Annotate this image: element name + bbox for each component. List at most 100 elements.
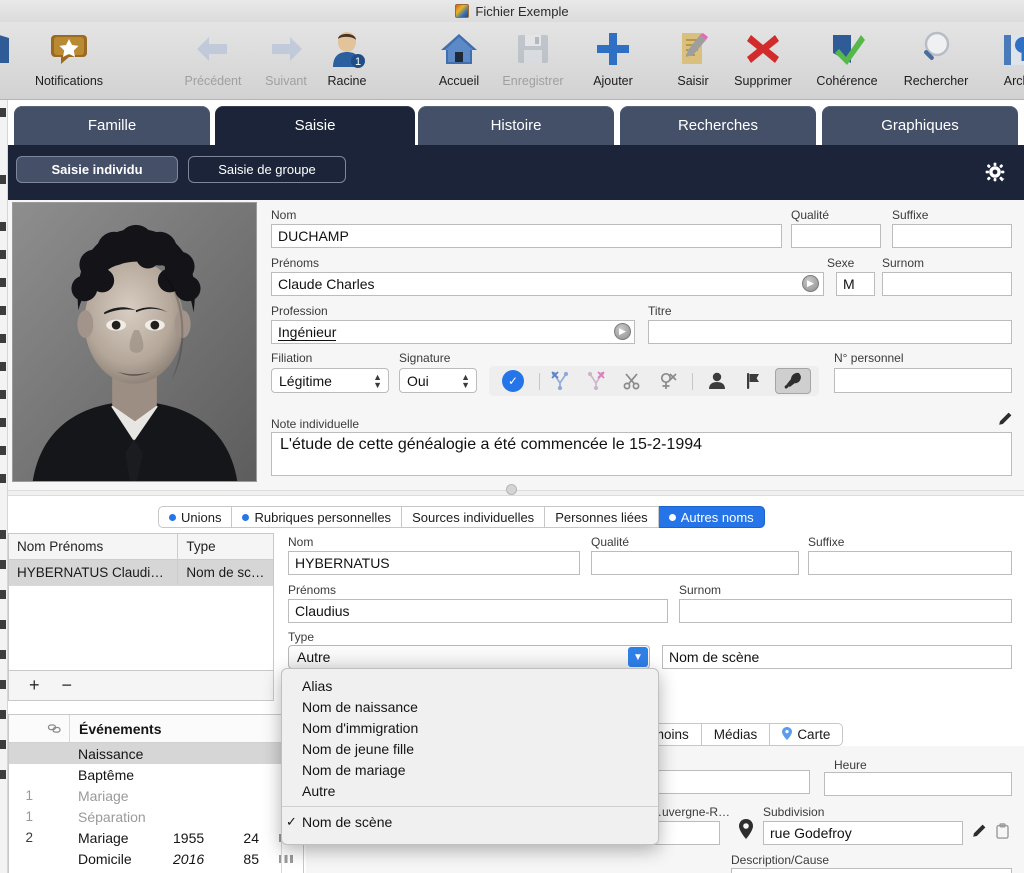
note-value: L'étude de cette généalogie a été commen… [280, 436, 703, 453]
label-prenoms: Prénoms [271, 256, 320, 270]
main-tab-label: Recherches [677, 117, 759, 134]
arrow-left-icon [193, 26, 233, 72]
select-name-type[interactable]: Autre ▼ [288, 645, 650, 669]
label-note-individuelle: Note individuelle [271, 417, 360, 431]
edge-tick [0, 620, 6, 629]
toolbar-button-notifications[interactable]: Notifications [26, 26, 112, 98]
main-tab-histoire[interactable]: Histoire [418, 106, 614, 145]
input-surnom[interactable] [882, 272, 1012, 296]
document-icon [455, 4, 470, 18]
event-row[interactable]: Naissance [9, 743, 303, 764]
input-qualite[interactable] [791, 224, 881, 248]
dropdown-item-nom-de-jeune-fille[interactable]: Nom de jeune fille [282, 738, 658, 759]
dropdown-item-nom-de-naissance[interactable]: Nom de naissance [282, 696, 658, 717]
label-qualite: Qualité [791, 208, 830, 222]
select-signature[interactable]: Oui ▲ ▼ [399, 368, 477, 393]
toolbar-button-rechercher[interactable]: Rechercher [893, 26, 979, 98]
main-tab-famille[interactable]: Famille [14, 106, 210, 145]
input-nom[interactable]: DUCHAMP [271, 224, 782, 248]
main-tab-recherches[interactable]: Recherches [620, 106, 816, 145]
event-row-age: 85 [243, 850, 259, 867]
input-prenoms[interactable]: Claude Charles [271, 272, 824, 296]
column-header-type[interactable]: Type [178, 534, 273, 559]
clipboard-icon[interactable] [994, 823, 1011, 845]
toolbar-button-racine[interactable]: 1 Racine [304, 26, 390, 98]
event-row[interactable]: Domicile 2016 85 [9, 848, 303, 869]
add-name-button[interactable]: + [29, 675, 40, 696]
input-description-cause[interactable] [731, 868, 1012, 873]
profession-picker-icon[interactable]: ▶ [614, 323, 631, 340]
unlink-icon[interactable] [650, 368, 686, 394]
table-row[interactable]: HYBERNATUS Claudi… Nom de sc… [9, 560, 273, 586]
mode-saisie-individu[interactable]: Saisie individu [16, 156, 178, 183]
parents-blue-icon[interactable] [542, 368, 578, 394]
subtab-autres-noms[interactable]: Autres noms [658, 506, 765, 528]
dropdown-item-alias[interactable]: Alias [282, 675, 658, 696]
label-detail-suffixe: Suffixe [808, 535, 845, 549]
input-titre[interactable] [648, 320, 1012, 344]
dropdown-item-nom-d-immigration[interactable]: Nom d'immigration [282, 717, 658, 738]
toolbar-button-cohrence[interactable]: Cohérence [804, 26, 890, 98]
input-numero-personnel[interactable] [834, 368, 1012, 393]
event-tab-m-dias[interactable]: Médias [701, 723, 771, 746]
input-detail-nom[interactable]: HYBERNATUS [288, 551, 580, 575]
hammer-icon[interactable] [775, 368, 811, 394]
edge-tick [0, 362, 6, 371]
portrait-photo[interactable] [12, 202, 257, 482]
map-pin-icon[interactable] [737, 818, 755, 845]
main-tab-graphiques[interactable]: Graphiques [822, 106, 1018, 145]
subtab-unions[interactable]: Unions [158, 506, 233, 528]
edge-tick [0, 590, 6, 599]
event-row-name: Baptême [78, 766, 135, 783]
dropdown-item-label: Nom de naissance [302, 698, 418, 715]
event-row[interactable]: 1 Mariage [9, 785, 303, 806]
input-detail-surnom[interactable] [679, 599, 1012, 623]
pencil-icon[interactable] [996, 411, 1013, 433]
parents-pink-icon[interactable] [578, 368, 614, 394]
gear-dropdown-icon[interactable] [982, 159, 1008, 185]
pencil-icon[interactable] [970, 823, 987, 845]
input-type-free-text[interactable]: Nom de scène [662, 645, 1012, 669]
person-root-icon: 1 [327, 26, 367, 72]
column-header-nom-prenoms[interactable]: Nom Prénoms [9, 534, 179, 559]
remove-name-button[interactable]: − [62, 675, 73, 696]
names-subtabs: Unions Rubriques personnelles Sources indi… [158, 506, 765, 528]
subtab-sources-individuelles[interactable]: Sources individuelles [402, 506, 546, 528]
main-tab-saisie[interactable]: Saisie [215, 106, 415, 145]
blue-check-icon[interactable]: ✓ [495, 368, 531, 394]
person-silhouette-icon[interactable] [699, 368, 735, 394]
textarea-note-individuelle[interactable]: L'étude de cette généalogie a été commen… [271, 432, 1012, 476]
event-tab-carte[interactable]: Carte [770, 723, 844, 746]
input-sexe[interactable]: M [836, 272, 875, 296]
input-detail-prenoms[interactable]: Claudius [288, 599, 668, 623]
input-heure[interactable] [824, 772, 1012, 796]
input-detail-suffixe[interactable] [808, 551, 1012, 575]
type-dropdown-menu[interactable]: Alias Nom de naissance Nom d'immigration No… [281, 668, 659, 845]
subtab-rubriques-personnelles[interactable]: Rubriques personnelles [232, 506, 403, 528]
input-subdivision[interactable]: rue Godefroy [763, 821, 963, 845]
toolbar-button-ajouter[interactable]: Ajouter [570, 26, 656, 98]
divider [692, 372, 693, 390]
select-filiation[interactable]: Légitime ▲ ▼ [271, 368, 389, 393]
input-suffixe[interactable] [892, 224, 1012, 248]
event-row[interactable]: Baptême [9, 764, 303, 785]
prenoms-picker-icon[interactable]: ▶ [802, 275, 819, 292]
input-detail-qualite[interactable] [591, 551, 799, 575]
input-profession[interactable]: Ingénieur [271, 320, 635, 344]
event-row[interactable]: 2 Mariage 1955 24 [9, 827, 303, 848]
dropdown-item-label: Nom de jeune fille [302, 740, 415, 757]
left-edge-strip [0, 100, 8, 873]
splitter-handle[interactable] [506, 484, 517, 495]
main-toolbar: er NotificationsPrécédentSuivant 1Racine… [0, 22, 1024, 100]
toolbar-button-supprimer[interactable]: Supprimer [720, 26, 806, 98]
toolbar-button-archi[interactable]: Archi [975, 26, 1024, 98]
scissors-icon[interactable] [614, 368, 650, 394]
dropdown-item-autre[interactable]: Autre [282, 780, 658, 801]
dropdown-item-nom-de-mariage[interactable]: Nom de mariage [282, 759, 658, 780]
input-type-free-value: Nom de scène [669, 649, 760, 665]
subtab-personnes-li-es[interactable]: Personnes liées [545, 506, 659, 528]
dropdown-item-nom-de-sc-ne[interactable]: ✓ Nom de scène [282, 811, 658, 832]
flag-icon[interactable] [735, 368, 771, 394]
mode-saisie-groupe[interactable]: Saisie de groupe [188, 156, 346, 183]
event-row[interactable]: 1 Séparation [9, 806, 303, 827]
